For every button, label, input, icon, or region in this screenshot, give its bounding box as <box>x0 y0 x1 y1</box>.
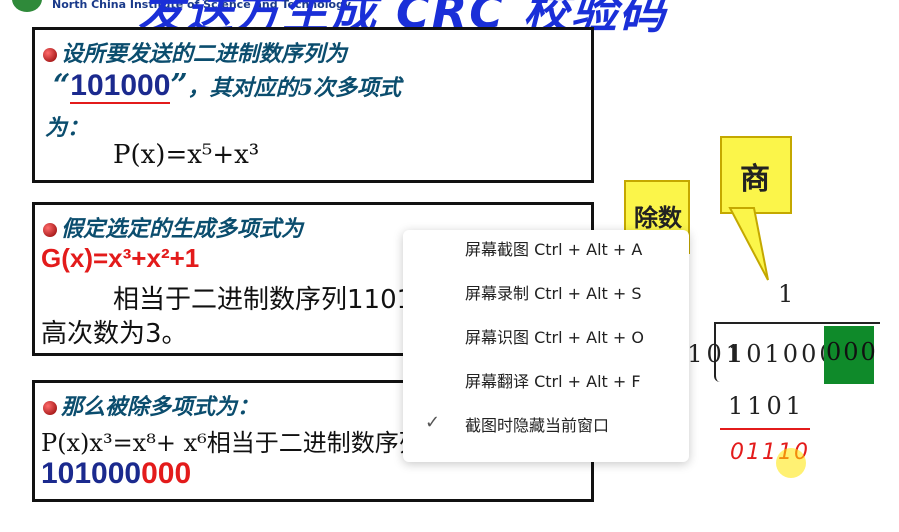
quote-open: “ <box>53 68 71 103</box>
section-1-box: 设所要发送的二进制数序列为 “101000”，其对应的5次多项式 为： P(x)… <box>32 27 594 183</box>
cursor-highlight <box>776 448 806 478</box>
generator-polynomial: G(x)=x³+x²+1 <box>41 243 200 273</box>
checkmark-icon: ✓ <box>425 412 441 433</box>
bullet-icon <box>43 401 57 415</box>
section-1-tail2: 为： <box>45 115 90 141</box>
section-1-heading: 设所要发送的二进制数序列为 <box>61 41 348 67</box>
appended-zeros: 000 <box>826 338 878 366</box>
menu-item-label: 屏幕识图 Ctrl + Alt + O <box>465 328 644 347</box>
menu-item-label: 屏幕录制 Ctrl + Alt + S <box>465 284 642 303</box>
quotient-digit: 1 <box>778 280 794 308</box>
subtract-row: 1101 <box>728 392 806 420</box>
appended-zeros-box: 000 <box>824 326 876 384</box>
menu-item-label: 截图时隐藏当前窗口 <box>465 416 610 435</box>
section-1-sequence: 101000 <box>70 69 171 104</box>
division-bar <box>716 322 880 324</box>
bullet-icon <box>43 223 57 237</box>
section-3-polynomial: P(x)x³=x⁸+ x⁶相当于二进制数序列 <box>41 429 423 457</box>
section-2-line-2: 高次数为3。 <box>41 319 188 349</box>
section-1-polynomial: P(x)=x⁵+x³ <box>113 140 260 170</box>
section-3-heading: 那么被除多项式为： <box>61 394 260 420</box>
section-1-tail: ，其对应的5次多项式 <box>187 75 401 101</box>
menu-item-screenshot[interactable]: 屏幕截图 Ctrl + Alt + A <box>403 236 689 280</box>
menu-item-label: 屏幕翻译 Ctrl + Alt + F <box>465 372 641 391</box>
menu-item-screen-translate[interactable]: 屏幕翻译 Ctrl + Alt + F <box>403 368 689 412</box>
section-3-seq-blue: 101000 <box>41 457 142 490</box>
section-3-seq-red: 000 <box>141 457 192 490</box>
menu-item-screen-ocr[interactable]: 屏幕识图 Ctrl + Alt + O <box>403 324 689 368</box>
quote-close: ” <box>170 68 188 103</box>
context-menu: 屏幕截图 Ctrl + Alt + A 屏幕录制 Ctrl + Alt + S … <box>403 230 689 462</box>
menu-item-hide-window[interactable]: ✓ 截图时隐藏当前窗口 <box>403 412 689 456</box>
menu-item-label: 屏幕截图 Ctrl + Alt + A <box>465 240 643 259</box>
dividend: 101000 <box>728 340 838 368</box>
institution-logo <box>12 0 42 12</box>
bullet-icon <box>43 48 57 62</box>
section-2-heading: 假定选定的生成多项式为 <box>61 216 304 242</box>
menu-item-screen-record[interactable]: 屏幕录制 Ctrl + Alt + S <box>403 280 689 324</box>
subtract-line <box>720 428 810 430</box>
slide: North China Institute of Science and Tec… <box>0 0 899 532</box>
